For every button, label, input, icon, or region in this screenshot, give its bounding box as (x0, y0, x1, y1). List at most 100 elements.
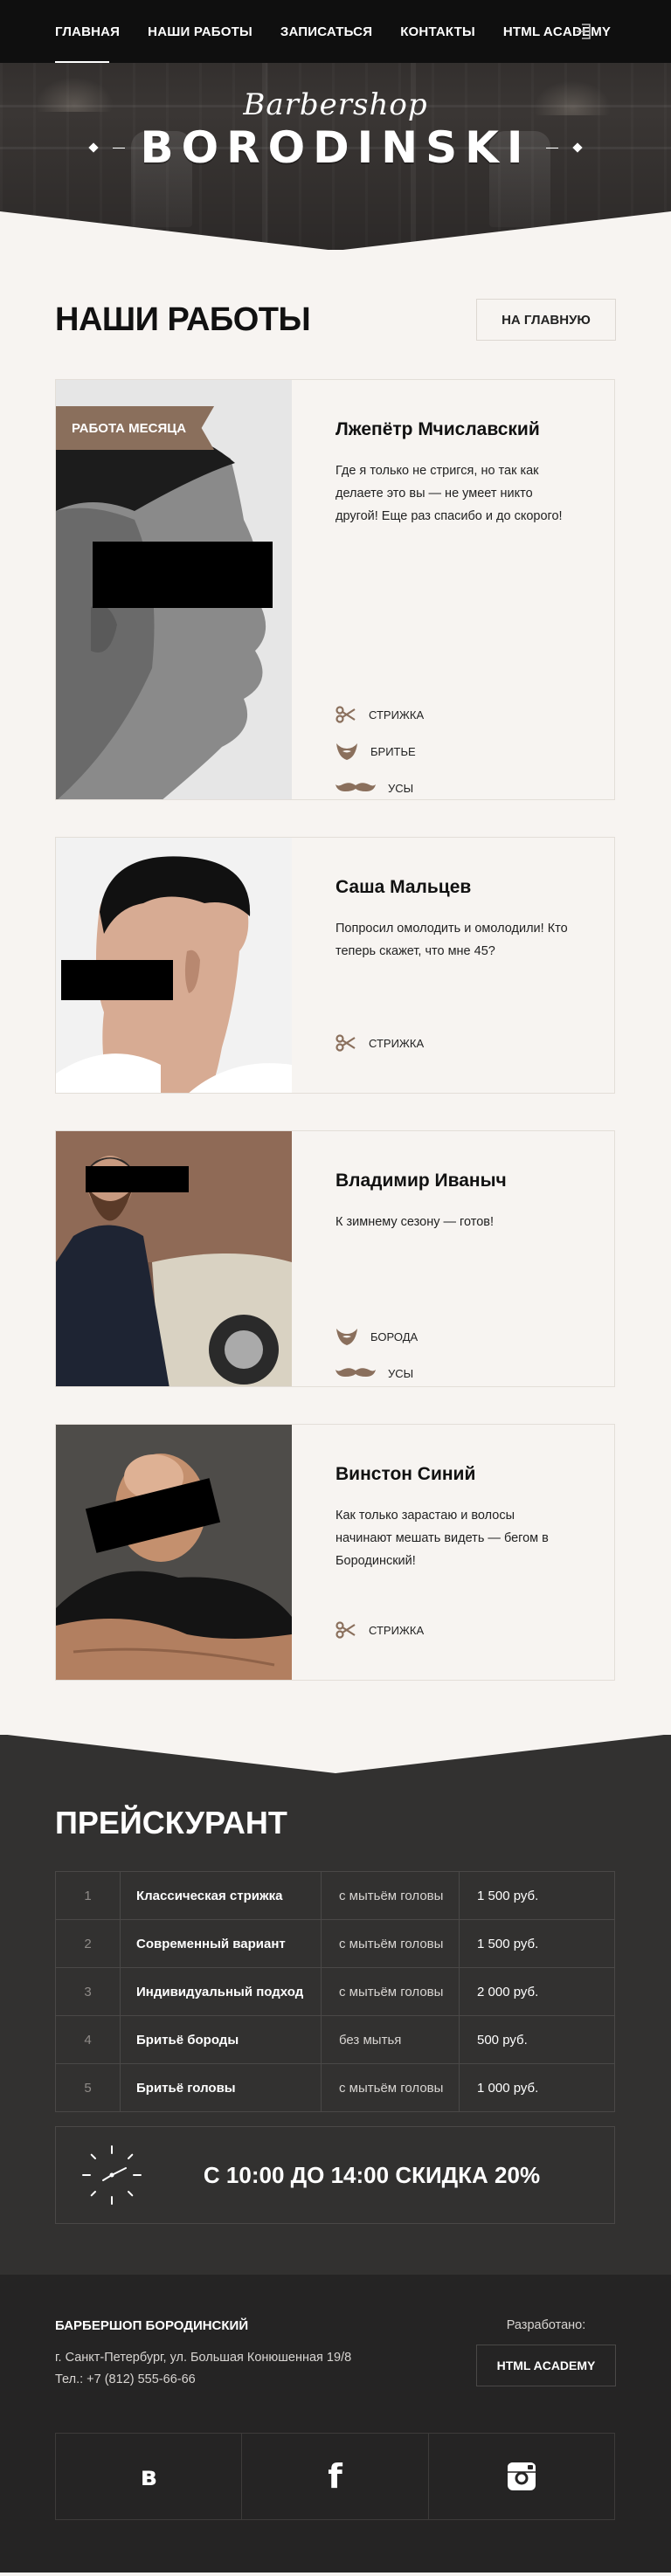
nav-item-html-academy[interactable]: HTML ACADEMY (503, 0, 639, 63)
site-footer: БАРБЕРШОП БОРОДИНСКИЙ г. Санкт-Петербург… (0, 2275, 671, 2573)
table-row: 2 Современный вариант с мытьём головы 1 … (55, 1919, 615, 1968)
page-heading-row: НАШИ РАБОТЫ НА ГЛАВНУЮ (55, 298, 616, 342)
footer-phone: Тел.: +7 (812) 555-66-66 (55, 2372, 196, 2386)
works-section: НАШИ РАБОТЫ НА ГЛАВНУЮ РАБОТА МЕСЯЦА Лже… (0, 250, 671, 1716)
table-row: 5 Бритьё головы с мытьём головы 1 000 ру… (55, 2063, 615, 2112)
work-of-month-badge: РАБОТА МЕСЯЦА (56, 406, 215, 450)
login-icon[interactable] (575, 23, 592, 40)
html-academy-button[interactable]: HTML ACADEMY (476, 2345, 616, 2386)
facebook-icon: f (328, 2457, 342, 2496)
prices-top-notch (0, 1734, 671, 1773)
scissors-icon (336, 1621, 356, 1639)
row-number: 4 (55, 2015, 121, 2064)
footer-company-name: БАРБЕРШОП БОРОДИНСКИЙ (55, 2318, 249, 2333)
tag-shave[interactable]: БРИТЬЕ (336, 740, 416, 763)
header-bottom-notch (0, 211, 671, 250)
discount-text: С 10:00 ДО 14:00 СКИДКА 20% (203, 2161, 541, 2188)
work-card: РАБОТА МЕСЯЦА Лжепётр Мчиславский Где я … (55, 379, 615, 800)
client-review: К зимнему сезону — готов! (336, 1215, 495, 1229)
logo-script-text: Barbershop (243, 87, 428, 122)
row-number: 1 (55, 1871, 121, 1920)
table-row: 3 Индивидуальный подход с мытьём головы … (55, 1967, 615, 2016)
site-logo[interactable]: Barbershop BORODINSKI (0, 87, 671, 173)
tag-mustache[interactable]: УСЫ (336, 777, 413, 799)
service-name: Современный вариант (120, 1919, 322, 1968)
face-censor-bar (86, 1166, 189, 1192)
home-button[interactable]: НА ГЛАВНУЮ (476, 299, 616, 341)
table-row: 1 Классическая стрижка с мытьём головы 1… (55, 1871, 615, 1920)
work-card: Саша Мальцев Попросил омолодить и омолод… (55, 837, 615, 1094)
work-photo (56, 1425, 292, 1680)
nav-item-home[interactable]: ГЛАВНАЯ (55, 0, 148, 63)
work-body: Винстон Синий Как только зарастаю и воло… (292, 1425, 614, 1680)
vk-icon: в (140, 2461, 157, 2492)
clock-icon (68, 2127, 156, 2223)
logo-diamond-right-icon (572, 142, 584, 153)
client-review: Попросил омолодить и омолодили! Кто тепе… (336, 922, 568, 958)
service-name: Бритьё бороды (120, 2015, 322, 2064)
service-price: 1 000 руб. (459, 2063, 615, 2112)
work-body: Саша Мальцев Попросил омолодить и омолод… (292, 838, 614, 1093)
work-photo (56, 1131, 292, 1386)
scissors-icon (336, 706, 356, 723)
row-number: 2 (55, 1919, 121, 1968)
row-number: 5 (55, 2063, 121, 2112)
tag-haircut[interactable]: СТРИЖКА (336, 1619, 424, 1641)
work-body: Владимир Иваныч К зимнему сезону — готов… (292, 1131, 614, 1386)
service-tags: БОРОДА УСЫ (336, 1325, 554, 1385)
scissors-icon (336, 1034, 356, 1052)
nav-item-contacts[interactable]: КОНТАКТЫ (400, 0, 503, 63)
service-price: 1 500 руб. (459, 1919, 615, 1968)
price-table: 1 Классическая стрижка с мытьём головы 1… (55, 1871, 615, 2112)
tag-haircut[interactable]: СТРИЖКА (336, 703, 424, 726)
social-instagram[interactable] (429, 2434, 614, 2519)
footer-developer: Разработано: HTML ACADEMY (476, 2318, 616, 2391)
work-card: Винстон Синий Как только зарастаю и воло… (55, 1424, 615, 1681)
nav-item-booking[interactable]: ЗАПИСАТЬСЯ (280, 0, 400, 63)
tag-haircut[interactable]: СТРИЖКА (336, 1032, 424, 1054)
service-name: Классическая стрижка (120, 1871, 322, 1920)
service-tags: СТРИЖКА (336, 1619, 554, 1641)
social-facebook[interactable]: f (242, 2434, 429, 2519)
row-number: 3 (55, 1967, 121, 2016)
nav-item-works[interactable]: НАШИ РАБОТЫ (148, 0, 280, 63)
face-censor-bar (61, 960, 173, 1000)
service-wash: с мытьём головы (321, 1919, 460, 1968)
service-wash: без мытья (321, 2015, 460, 2064)
instagram-icon (507, 2462, 536, 2490)
prices-section: ПРЕЙСКУРАНТ 1 Классическая стрижка с мыт… (0, 1734, 671, 2275)
tag-mustache[interactable]: УСЫ (336, 1362, 413, 1385)
table-row: 4 Бритьё бороды без мытья 500 руб. (55, 2015, 615, 2064)
tag-beard[interactable]: БОРОДА (336, 1325, 418, 1348)
work-photo: РАБОТА МЕСЯЦА (56, 380, 292, 799)
logo-main: BORODINSKI (0, 122, 671, 173)
social-vk[interactable]: в (56, 2434, 243, 2519)
logo-title: BORODINSKI (140, 122, 531, 173)
footer-info: БАРБЕРШОП БОРОДИНСКИЙ г. Санкт-Петербург… (55, 2318, 616, 2391)
service-tags: СТРИЖКА БРИТЬЕ УСЫ (336, 703, 554, 799)
service-wash: с мытьём головы (321, 2063, 460, 2112)
service-price: 2 000 руб. (459, 1967, 615, 2016)
service-name: Бритьё головы (120, 2063, 322, 2112)
work-card: Владимир Иваныч К зимнему сезону — готов… (55, 1130, 615, 1387)
main-nav: ГЛАВНАЯ НАШИ РАБОТЫ ЗАПИСАТЬСЯ КОНТАКТЫ … (55, 0, 639, 63)
social-links: в f (55, 2433, 615, 2520)
service-tags: СТРИЖКА (336, 1032, 554, 1054)
service-price: 500 руб. (459, 2015, 615, 2064)
top-navigation-bar: ГЛАВНАЯ НАШИ РАБОТЫ ЗАПИСАТЬСЯ КОНТАКТЫ … (0, 0, 671, 63)
portrait-bald-image (56, 1425, 292, 1680)
site-header: ГЛАВНАЯ НАШИ РАБОТЫ ЗАПИСАТЬСЯ КОНТАКТЫ … (0, 0, 671, 250)
page-title: НАШИ РАБОТЫ (55, 300, 311, 338)
beard-icon (336, 743, 357, 760)
prices-title: ПРЕЙСКУРАНТ (55, 1805, 287, 1840)
footer-address: г. Санкт-Петербург, ул. Большая Конюшенн… (55, 2351, 352, 2365)
client-name: Саша Мальцев (336, 877, 472, 897)
client-review: Где я только не стригся, но так как дела… (336, 464, 563, 523)
work-body: Лжепётр Мчиславский Где я только не стри… (292, 380, 614, 799)
discount-banner: С 10:00 ДО 14:00 СКИДКА 20% (55, 2126, 615, 2224)
service-wash: с мытьём головы (321, 1967, 460, 2016)
logo-diamond-left-icon (87, 142, 99, 153)
mustache-icon (336, 1368, 376, 1377)
client-review: Как только зарастаю и волосы начинают ме… (336, 1509, 549, 1568)
service-price: 1 500 руб. (459, 1871, 615, 1920)
